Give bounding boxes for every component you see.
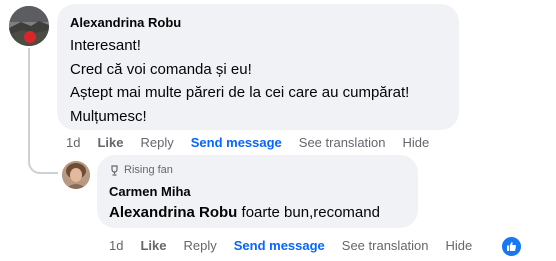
- hide-button[interactable]: Hide: [403, 135, 430, 150]
- comment-text-line: Cred că voi comanda și eu!: [70, 61, 252, 78]
- timestamp[interactable]: 1d: [66, 135, 80, 150]
- reply-body: foarte bun,recomand: [237, 204, 380, 221]
- reply-avatar[interactable]: [62, 161, 90, 189]
- like-button[interactable]: Like: [140, 238, 166, 253]
- trophy-icon: [111, 164, 118, 176]
- comment-author[interactable]: Alexandrina Robu: [70, 15, 181, 30]
- badge-label: Rising fan: [124, 164, 173, 176]
- rising-fan-badge: Rising fan: [109, 164, 173, 176]
- like-button[interactable]: Like: [97, 135, 123, 150]
- see-translation-button[interactable]: See translation: [342, 238, 429, 253]
- comment-text-line: Interesant!: [70, 37, 141, 54]
- reply-bubble: Rising fan Carmen Miha Alexandrina Robu …: [97, 155, 418, 228]
- comment-bubble: Alexandrina Robu Interesant! Cred că voi…: [57, 4, 459, 130]
- reply-button[interactable]: Reply: [140, 135, 173, 150]
- timestamp[interactable]: 1d: [109, 238, 123, 253]
- reaction-badge[interactable]: [500, 235, 523, 258]
- avatar[interactable]: [9, 6, 49, 46]
- reply-button[interactable]: Reply: [183, 238, 216, 253]
- thumbs-up-icon: [507, 242, 517, 251]
- send-message-button[interactable]: Send message: [191, 135, 282, 150]
- comment-text-line: Aștept mai multe păreri de la cei care a…: [70, 84, 410, 101]
- reply-author[interactable]: Carmen Miha: [109, 184, 191, 199]
- reply-thread-line: [28, 48, 58, 174]
- hide-button[interactable]: Hide: [446, 238, 473, 253]
- comment-text-line: Mulțumesc!: [70, 108, 147, 125]
- reply-text: Alexandrina Robu foarte bun,recomand: [109, 204, 380, 221]
- avatar-image: [9, 6, 49, 46]
- comment-actions: 1d Like Reply Send message See translati…: [66, 135, 446, 150]
- avatar-image: [62, 161, 90, 189]
- see-translation-button[interactable]: See translation: [299, 135, 386, 150]
- reply-actions: 1d Like Reply Send message See translati…: [109, 238, 489, 253]
- send-message-button[interactable]: Send message: [234, 238, 325, 253]
- mention-link[interactable]: Alexandrina Robu: [109, 204, 237, 221]
